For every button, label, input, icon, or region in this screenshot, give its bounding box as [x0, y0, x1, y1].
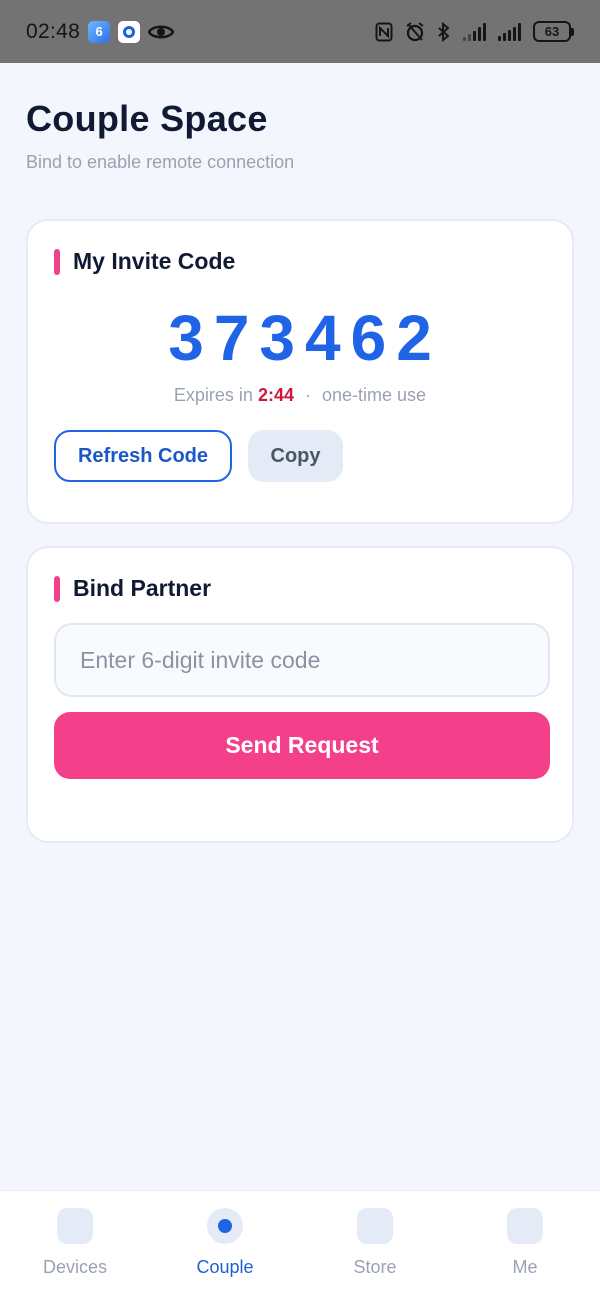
expiry-prefix: Expires in — [173, 385, 253, 405]
circle-app-icon — [118, 20, 141, 43]
bind-partner-card: Bind Partner Send Request — [26, 546, 574, 843]
tab-store[interactable]: Store — [300, 1191, 450, 1291]
tab-me[interactable]: Me — [450, 1191, 600, 1291]
status-bar: 02:48 6 63 — [0, 0, 600, 63]
page-header: Couple Space Bind to enable remote conne… — [26, 98, 294, 173]
tab-label: Devices — [42, 1257, 108, 1277]
store-icon — [357, 1208, 393, 1244]
page-subtitle: Bind to enable remote connection — [26, 152, 295, 172]
app-badge-text: 6 — [95, 24, 103, 39]
invite-card-header: My Invite Code — [54, 248, 235, 275]
invite-code-value: 373462 — [168, 302, 442, 374]
refresh-code-button[interactable]: Refresh Code — [54, 430, 232, 482]
copy-button[interactable]: Copy — [248, 430, 343, 482]
app-notification-icon: 6 — [88, 20, 111, 43]
signal-icon-sim1 — [463, 22, 486, 41]
send-request-button[interactable]: Send Request — [54, 712, 550, 779]
tab-label: Me — [512, 1257, 538, 1277]
expiry-separator: · — [305, 385, 311, 405]
tab-label: Couple — [196, 1257, 254, 1277]
alarm-off-icon — [406, 21, 424, 41]
expiry-countdown: 2:44 — [257, 385, 294, 405]
invite-code-card: My Invite Code 373462 Expires in 2:44 · … — [26, 219, 574, 524]
devices-icon — [57, 1208, 93, 1244]
nfc-icon — [375, 22, 393, 41]
tab-label: Store — [353, 1257, 397, 1277]
accent-bar — [54, 575, 60, 602]
invite-card-title: My Invite Code — [73, 248, 236, 274]
bluetooth-icon — [438, 21, 450, 42]
bind-card-header: Bind Partner — [54, 575, 211, 602]
status-notification-icons: 6 — [88, 20, 175, 43]
eye-icon — [148, 25, 175, 38]
bottom-tab-bar: Devices Couple Store Me — [0, 1190, 600, 1291]
battery-level: 63 — [533, 21, 571, 42]
status-system-icons: 63 — [375, 21, 574, 42]
tab-devices[interactable]: Devices — [0, 1191, 150, 1291]
expiry-text: Expires in 2:44 · one-time use — [28, 385, 572, 406]
expiry-suffix: one-time use — [322, 385, 427, 405]
profile-icon — [507, 1208, 543, 1244]
signal-icon-sim2 — [498, 22, 521, 41]
invite-code-input[interactable] — [54, 623, 550, 697]
invite-actions: Refresh Code Copy — [54, 430, 343, 482]
bind-card-title: Bind Partner — [73, 575, 212, 601]
page-title: Couple Space — [26, 98, 268, 139]
accent-bar — [54, 248, 60, 275]
tab-couple[interactable]: Couple — [150, 1191, 300, 1291]
battery-icon: 63 — [533, 21, 574, 42]
status-time: 02:48 — [26, 19, 81, 43]
couple-icon — [207, 1208, 243, 1244]
